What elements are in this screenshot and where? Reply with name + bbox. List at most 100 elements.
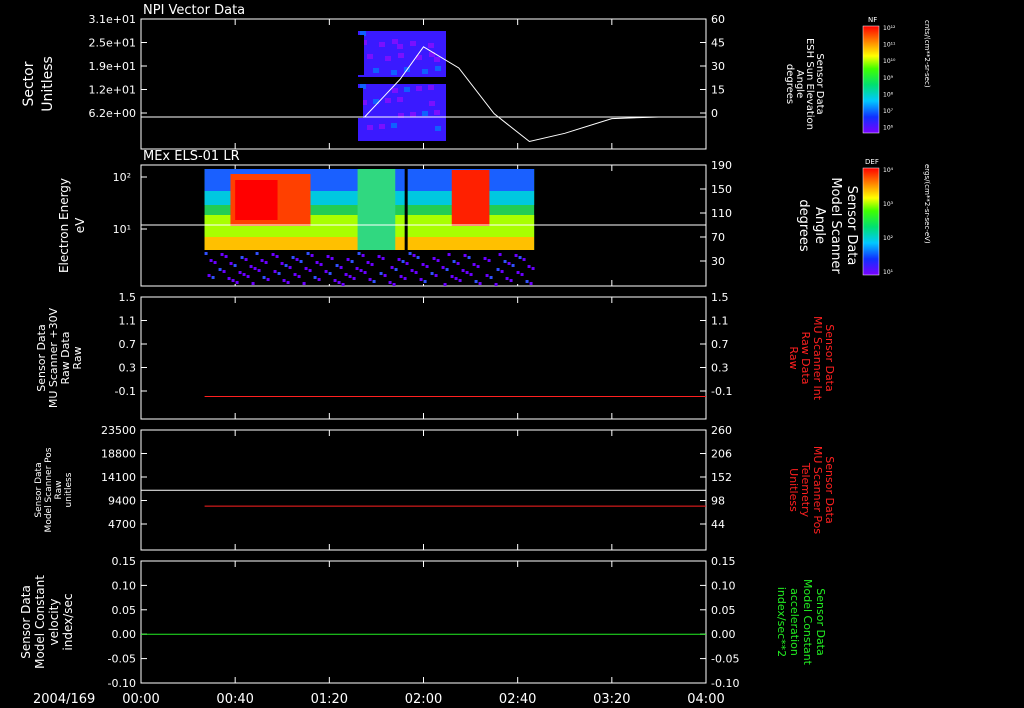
y-axis-label-p4: unitless bbox=[64, 472, 74, 507]
spectrogram-speckle bbox=[348, 275, 352, 278]
spectrogram-speckle bbox=[377, 255, 381, 258]
y-axis-label-p5: velocity bbox=[47, 599, 61, 646]
spectrogram-speckle bbox=[520, 273, 524, 276]
date-label: 2004/169 bbox=[33, 692, 95, 707]
spectrogram-speckle bbox=[478, 282, 482, 285]
colorbar-nf-tick: 10⁸ bbox=[883, 91, 894, 98]
spectrogram-speckle bbox=[447, 253, 451, 256]
spectrogram-speckle bbox=[483, 257, 487, 260]
spectrogram-speckle bbox=[233, 264, 237, 267]
npi-sector-cell bbox=[392, 39, 398, 44]
spectrogram-speckle bbox=[498, 253, 502, 256]
time-tick-label: 00:00 bbox=[122, 692, 159, 707]
spectrogram-speckle bbox=[511, 264, 515, 267]
spectrogram-speckle bbox=[335, 264, 339, 267]
colorbar-def-label: DEF bbox=[865, 158, 879, 166]
spectrogram-speckle bbox=[246, 275, 250, 278]
y-tick-label-p4: 9400 bbox=[108, 495, 136, 508]
y-tick-label-p5: 0.10 bbox=[112, 579, 137, 592]
spectrogram-speckle bbox=[361, 254, 365, 257]
spectrogram-speckle bbox=[372, 280, 376, 283]
right-axis-label-p2: Model Scanner bbox=[828, 177, 843, 274]
spectrogram-speckle bbox=[388, 281, 392, 284]
spectrogram-speckle bbox=[337, 281, 341, 284]
y-axis-label-p5: Sensor Data bbox=[19, 585, 33, 659]
npi-sector-cell bbox=[392, 88, 398, 93]
spectrogram-speckle bbox=[359, 269, 363, 272]
spectrogram-speckle bbox=[240, 256, 244, 259]
y-axis-label-p4: Raw bbox=[54, 481, 64, 500]
spectrogram-speckle bbox=[441, 266, 445, 269]
spectrogram-speckle bbox=[273, 270, 277, 273]
spectrogram-speckle bbox=[319, 263, 323, 266]
spectrogram-speckle bbox=[529, 282, 533, 285]
spectrogram-speckle bbox=[500, 270, 504, 273]
spectrogram-speckle bbox=[414, 271, 418, 274]
spectrogram-speckle bbox=[324, 270, 328, 273]
y-tick-label-p5: 0.15 bbox=[112, 555, 137, 568]
right-tick-label-p2: 110 bbox=[711, 207, 732, 220]
spectrogram-speckle bbox=[302, 282, 306, 285]
spectrogram-speckle bbox=[432, 257, 436, 260]
spectrogram-speckle bbox=[306, 252, 310, 255]
spectrogram-speckle bbox=[313, 276, 317, 279]
spectrogram-speckle bbox=[405, 262, 409, 265]
right-tick-label-p5: 0.00 bbox=[711, 628, 736, 641]
spectrogram-speckle bbox=[328, 272, 332, 275]
spectrogram-speckle bbox=[266, 278, 270, 281]
right-tick-label-p5: 0.10 bbox=[711, 579, 736, 592]
npi-sector-cell bbox=[379, 42, 385, 47]
y-tick-label-p3: 1.1 bbox=[119, 315, 137, 328]
spectrogram-speckle bbox=[315, 261, 319, 264]
spectrogram-speckle bbox=[235, 281, 239, 284]
time-tick-label: 00:40 bbox=[216, 692, 253, 707]
colorbar-def-tick: 10⁴ bbox=[883, 167, 894, 174]
y-tick-label-p3: 0.3 bbox=[119, 362, 137, 375]
right-axis-label-p2: degrees bbox=[796, 199, 811, 252]
spectrogram-speckle bbox=[264, 261, 268, 264]
y-axis-label-p1: Sector bbox=[21, 61, 37, 106]
y-tick-label-p5: 0.05 bbox=[112, 604, 137, 617]
npi-sector-cell bbox=[391, 70, 397, 75]
spectrogram-speckle bbox=[445, 268, 449, 271]
spectrogram-band bbox=[357, 169, 396, 250]
spectrogram-speckle bbox=[275, 255, 279, 258]
spectrogram-speckle bbox=[531, 267, 535, 270]
spectrogram-speckle bbox=[244, 258, 248, 261]
colorbar-nf-tick: 10⁷ bbox=[883, 108, 894, 115]
spectrogram-speckle bbox=[525, 280, 529, 283]
spectrogram-speckle bbox=[383, 274, 387, 277]
npi-sector-cell bbox=[391, 123, 397, 128]
npi-sector-cell bbox=[434, 110, 440, 115]
spectrogram-speckle bbox=[242, 273, 246, 276]
spectrogram-speckle bbox=[403, 277, 407, 280]
y-axis-label-p1: Unitless bbox=[40, 56, 56, 112]
spectrogram-speckle bbox=[231, 279, 235, 282]
colorbar-def-units: ergs/(cm**2-sr-sec-eV) bbox=[923, 164, 931, 244]
npi-sector-cell bbox=[397, 44, 403, 49]
panel-5-frame bbox=[140, 560, 707, 684]
spectrogram-speckle bbox=[487, 259, 491, 262]
spectrogram-speckle bbox=[467, 256, 471, 259]
y-axis-label-p3: Raw bbox=[71, 346, 84, 369]
spectrogram-speckle bbox=[304, 267, 308, 270]
spectrogram-speckle bbox=[527, 265, 531, 268]
right-tick-label-p2: 30 bbox=[711, 255, 725, 268]
npi-sector-cell bbox=[429, 101, 435, 106]
npi-sector-cell bbox=[422, 111, 428, 116]
spectrogram-speckle bbox=[412, 254, 416, 257]
plot-content: 00:00 00:40 01:20 02:00 02:40 03:20 04:00 3.1e+… bbox=[19, 13, 896, 707]
colorbar-nf-tick: 10⁹ bbox=[883, 75, 894, 82]
spectrogram-speckle bbox=[308, 269, 312, 272]
spectrogram-speckle bbox=[218, 268, 222, 271]
spectrogram-speckle bbox=[277, 272, 281, 275]
colorbar-nf-units: cnts/(cm**2-sr-sec) bbox=[923, 20, 931, 88]
spectrogram-speckle bbox=[271, 253, 275, 256]
right-axis-label-p2: Sensor Data bbox=[844, 186, 859, 266]
y-tick-label-p4: 23500 bbox=[101, 424, 136, 437]
y-axis-label-p5: Model Constant bbox=[33, 575, 47, 669]
time-tick-label: 02:40 bbox=[499, 692, 536, 707]
colorbar-nf-tick: 10¹⁰ bbox=[883, 58, 896, 65]
spectrogram-speckle bbox=[282, 279, 286, 282]
spectrogram-speckle bbox=[288, 266, 292, 269]
